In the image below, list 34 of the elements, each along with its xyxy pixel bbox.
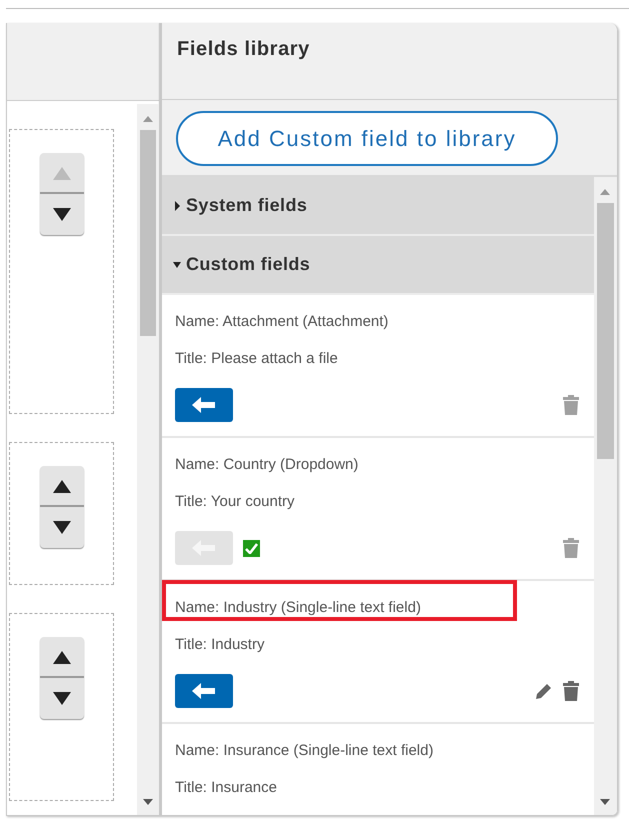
delete-icon[interactable] (563, 395, 579, 415)
add-custom-field-button[interactable]: Add Custom field to library (176, 111, 558, 166)
down-triangle-icon (52, 692, 72, 706)
field-name: Name: Industry (Single-line text field) (175, 598, 421, 618)
field-title: Title: Your country (175, 492, 295, 512)
field-name: Name: Attachment (Attachment) (175, 312, 388, 332)
scrollbar-thumb[interactable] (597, 203, 614, 459)
delete-icon[interactable] (563, 538, 579, 558)
scrollbar[interactable] (137, 104, 159, 815)
down-triangle-icon (173, 260, 181, 270)
section-header[interactable]: System fields (162, 177, 595, 236)
down-triangle-icon (52, 520, 72, 534)
left-arrow-icon (191, 396, 217, 414)
down-triangle-icon[interactable] (600, 799, 610, 805)
scrollbar-thumb[interactable] (140, 130, 156, 336)
add-to-form-button[interactable] (175, 388, 233, 422)
field-title: Title: Please attach a file (175, 349, 338, 369)
field-name: Name: Insurance (Single-line text field) (175, 741, 434, 761)
edit-icon[interactable] (535, 682, 553, 700)
field-title: Title: Insurance (175, 778, 277, 798)
add-to-form-button[interactable] (175, 674, 233, 708)
left-arrow-icon (191, 682, 217, 700)
up-triangle-icon (52, 166, 72, 180)
up-triangle-icon (52, 650, 72, 664)
panel-title: Fields library (177, 38, 310, 60)
section-header[interactable]: Custom fields (162, 236, 595, 295)
delete-icon[interactable] (563, 681, 579, 701)
up-triangle-icon (52, 478, 72, 492)
field-name: Name: Country (Dropdown) (175, 455, 358, 475)
scrollbar[interactable] (594, 177, 617, 815)
down-triangle-icon[interactable] (143, 799, 153, 805)
down-triangle-icon (52, 208, 72, 222)
right-triangle-icon (173, 200, 181, 210)
field-title: Title: Industry (175, 635, 264, 655)
